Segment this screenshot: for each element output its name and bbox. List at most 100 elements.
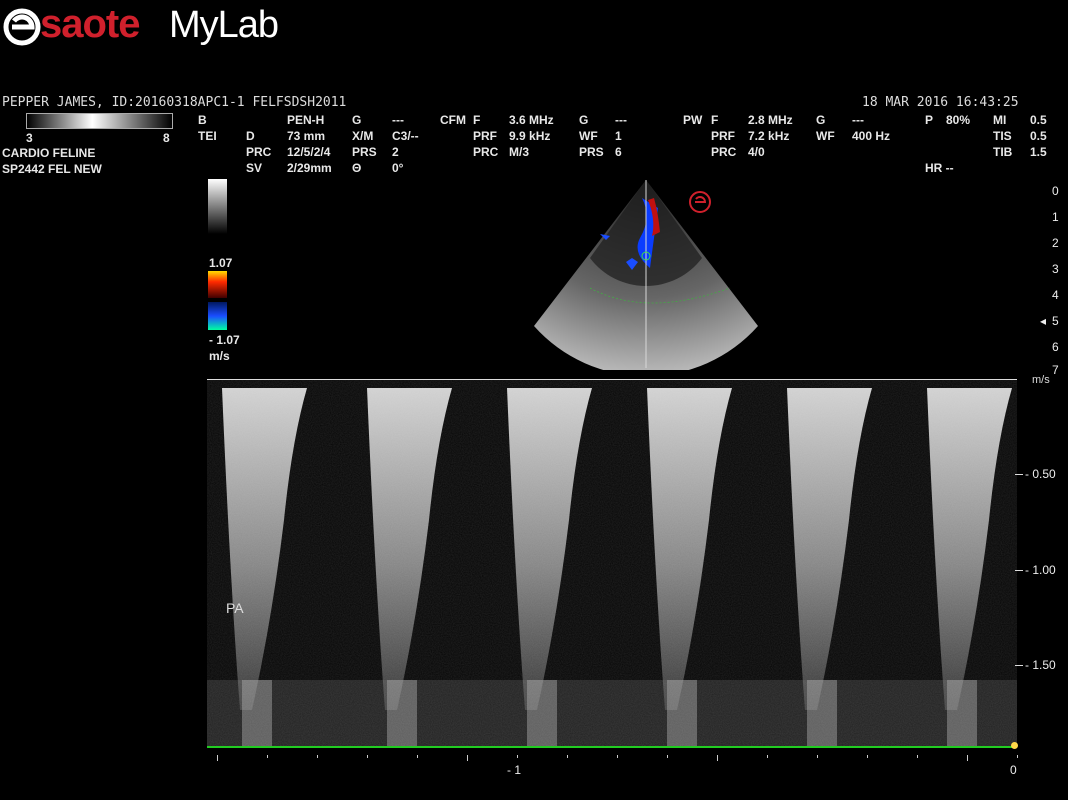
depth-tick: 5 <box>1052 314 1059 328</box>
color-scale-positive <box>208 271 227 298</box>
sv-key: SV <box>246 161 263 175</box>
cfm-prs-value: 6 <box>615 145 622 159</box>
cfm-wf-key: WF <box>579 129 598 143</box>
probe-label: PEN-H <box>287 113 325 127</box>
pw-prc-value: 4/0 <box>748 145 765 159</box>
time-tick-mark <box>267 755 268 758</box>
theta-value: 0° <box>392 161 404 175</box>
y-tick-mark <box>1015 474 1023 475</box>
pw-gain-key: G <box>816 113 826 127</box>
doppler-spectrum <box>207 380 1017 748</box>
xm-value: C3/-- <box>392 129 419 143</box>
depth-value: 73 mm <box>287 129 326 143</box>
time-tick-mark <box>517 755 518 758</box>
time-tick-mark <box>417 755 418 758</box>
theta-key: Θ <box>352 161 362 175</box>
velocity-tick: - 0.50 <box>1025 467 1056 481</box>
depth-tick: 1 <box>1052 210 1059 224</box>
focus-marker-icon: ◂ <box>1040 314 1047 328</box>
cfm-gain-value: --- <box>615 113 627 127</box>
cfm-prf-key: PRF <box>473 129 497 143</box>
time-tick-mark <box>767 755 768 758</box>
pw-wf-key: WF <box>816 129 835 143</box>
time-tick: - 1 <box>507 763 522 777</box>
time-tick-mark <box>317 755 318 758</box>
sv-value: 2/29mm <box>287 161 332 175</box>
pw-wf-value: 400 Hz <box>852 129 891 143</box>
b-mode-label: B <box>198 113 207 127</box>
pw-freq-key: F <box>711 113 719 127</box>
b-mode-gray-bar <box>208 179 227 234</box>
esaote-e-icon <box>3 8 41 46</box>
pw-prf-value: 7.2 kHz <box>748 129 790 143</box>
b-mode-sector-image <box>534 180 758 370</box>
depth-tick: 2 <box>1052 236 1059 250</box>
velocity-tick: - 1.00 <box>1025 563 1056 577</box>
cfm-label: CFM <box>440 113 466 127</box>
depth-tick: 0 <box>1052 184 1059 198</box>
tei-label: TEI <box>198 129 217 143</box>
cfm-prc-key: PRC <box>473 145 499 159</box>
brand-suffix: MyLab <box>169 4 279 46</box>
time-tick-mark <box>917 755 918 758</box>
color-scale-negative <box>208 302 227 330</box>
prs-key: PRS <box>352 145 377 159</box>
time-tick-mark <box>617 755 618 758</box>
pw-freq-value: 2.8 MHz <box>748 113 793 127</box>
mi-key: MI <box>993 113 1007 127</box>
time-tick-mark <box>567 755 568 758</box>
brand-name: saote <box>40 2 140 46</box>
gray-scale-max: 8 <box>163 131 170 145</box>
tib-value: 1.5 <box>1030 145 1047 159</box>
power-value: 80% <box>946 113 971 127</box>
cfm-freq-key: F <box>473 113 481 127</box>
power-key: P <box>925 113 934 127</box>
prc-value: 12/5/2/4 <box>287 145 331 159</box>
gray-scale-min: 3 <box>26 131 33 145</box>
time-tick-mark <box>967 755 968 761</box>
time-tick-mark <box>467 755 468 761</box>
tis-key: TIS <box>993 129 1012 143</box>
cfm-wf-value: 1 <box>615 129 622 143</box>
cfm-prs-key: PRS <box>579 145 604 159</box>
pw-prf-key: PRF <box>711 129 735 143</box>
gain-value: --- <box>392 113 404 127</box>
depth-tick: 7 <box>1052 363 1059 377</box>
velocity-unit: m/s <box>1032 374 1050 386</box>
time-tick-mark <box>367 755 368 758</box>
cfm-prf-value: 9.9 kHz <box>509 129 551 143</box>
mi-value: 0.5 <box>1030 113 1047 127</box>
tib-key: TIB <box>993 145 1013 159</box>
preset-line2: SP2442 FEL NEW <box>2 162 102 176</box>
time-tick-mark <box>667 755 668 758</box>
pw-label: PW <box>683 113 703 127</box>
gray-scale-bar <box>26 113 173 129</box>
esaote-watermark-icon <box>689 191 711 213</box>
exam-date: 18 MAR 2016 16:43:25 <box>862 95 1019 110</box>
cfm-prc-value: M/3 <box>509 145 530 159</box>
pw-gain-value: --- <box>852 113 864 127</box>
velocity-tick: - 1.50 <box>1025 658 1056 672</box>
baseline-marker-icon <box>1011 742 1018 749</box>
color-scale-min: - 1.07 <box>209 333 240 347</box>
time-tick-mark <box>217 755 218 761</box>
preset-line1: CARDIO FELINE <box>2 146 96 160</box>
time-tick: 0 <box>1010 763 1017 777</box>
y-tick-mark <box>1015 570 1023 571</box>
depth-tick: 4 <box>1052 288 1059 302</box>
tis-value: 0.5 <box>1030 129 1047 143</box>
time-tick-mark <box>1017 755 1018 758</box>
depth-key: D <box>246 129 255 143</box>
prs-value: 2 <box>392 145 399 159</box>
color-scale-unit: m/s <box>209 349 230 363</box>
cfm-freq-value: 3.6 MHz <box>509 113 554 127</box>
cfm-gain-key: G <box>579 113 589 127</box>
pw-prc-key: PRC <box>711 145 737 159</box>
time-tick-mark <box>717 755 718 761</box>
y-tick-mark <box>1015 665 1023 666</box>
xm-key: X/M <box>352 129 374 143</box>
prc-key: PRC <box>246 145 272 159</box>
color-scale-max: 1.07 <box>209 256 233 270</box>
depth-tick: 3 <box>1052 262 1059 276</box>
heart-rate: HR -- <box>925 161 954 175</box>
